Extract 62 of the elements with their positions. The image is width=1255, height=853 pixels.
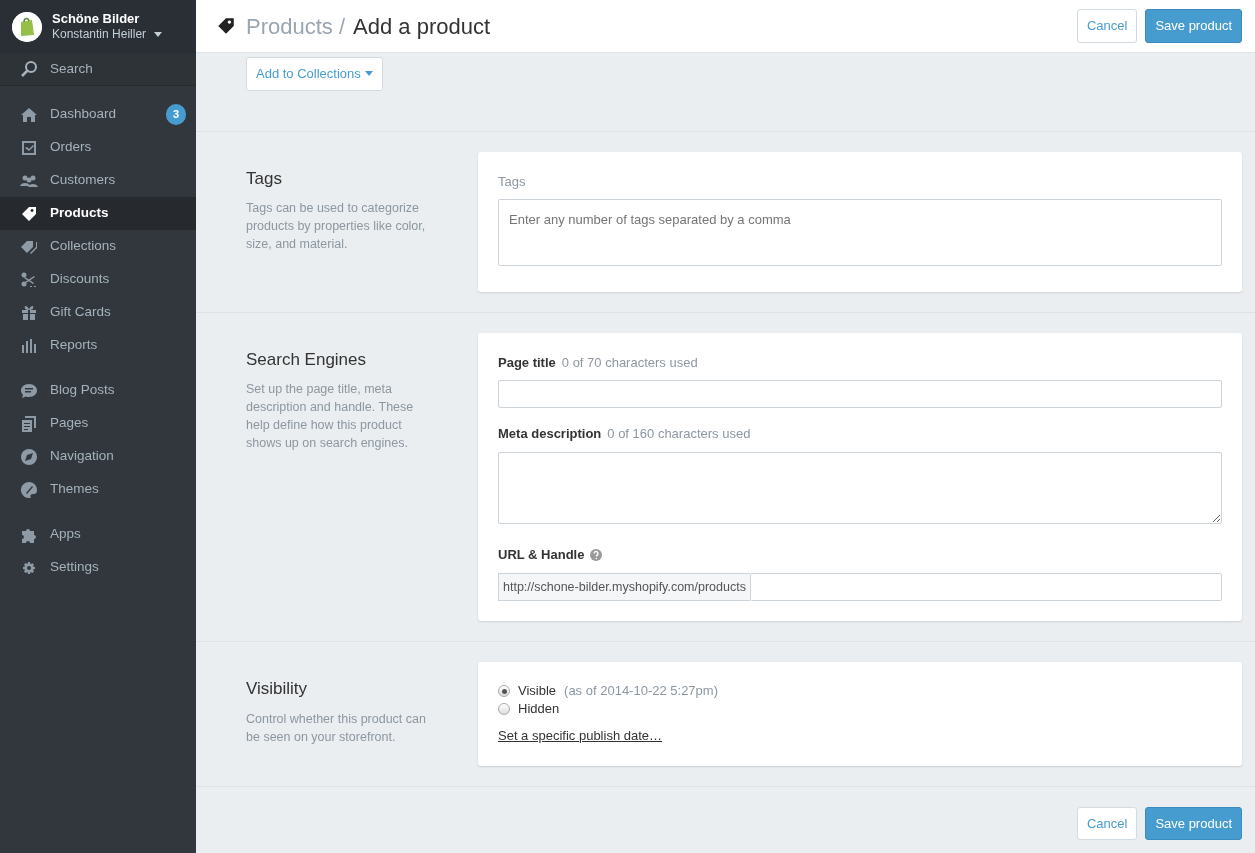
- cancel-button[interactable]: Cancel: [1076, 806, 1138, 841]
- section-title: Visibility: [246, 678, 309, 701]
- help-icon[interactable]: [590, 548, 603, 561]
- radio-button[interactable]: [498, 703, 510, 716]
- section-description: Tags can be used to categorize products by properties like color, size, and material.: [246, 200, 427, 253]
- tag-icon: [20, 204, 38, 223]
- sidebar-item[interactable]: Customers: [0, 164, 196, 197]
- field-label: Page title: [498, 353, 556, 372]
- section-description: Control whether this product can be seen on your storefront.: [246, 710, 427, 746]
- sidebar-item[interactable]: Blog Posts: [0, 374, 196, 407]
- sidebar-item[interactable]: Collections: [0, 230, 196, 263]
- section-title: Tags: [246, 167, 283, 190]
- count-badge: 3: [165, 104, 186, 125]
- save-button[interactable]: Save product: [1145, 806, 1242, 841]
- radio-option[interactable]: Visible (as of 2014-10-22 5:27pm): [498, 682, 1222, 701]
- home-icon: [20, 105, 38, 124]
- documents-icon: [20, 414, 38, 433]
- sidebar-item[interactable]: Dashboard 3: [0, 98, 196, 131]
- publish-date-link[interactable]: Set a specific publish date…: [498, 726, 663, 746]
- url-prefix: http://schone-bilder.myshopify.com/products: [498, 572, 750, 602]
- sidebar-item[interactable]: Settings: [0, 551, 196, 584]
- caret-icon: [364, 71, 373, 77]
- cancel-button[interactable]: Cancel: [1076, 9, 1138, 43]
- user-menu[interactable]: Konstantin Heiller: [52, 27, 163, 42]
- search-link[interactable]: Search: [0, 53, 196, 86]
- field-label: URL & Handle: [498, 546, 585, 564]
- store-name: Schöne Bilder: [52, 11, 141, 27]
- add-to-collections-button[interactable]: Add to Collections: [246, 57, 383, 91]
- gift-icon: [20, 303, 38, 322]
- handle-field[interactable]: [749, 572, 1222, 601]
- radio-button[interactable]: [498, 685, 510, 698]
- page-title: Add a product: [353, 12, 491, 41]
- speech-bubble-icon: [20, 381, 38, 400]
- scissors-icon: [20, 270, 38, 289]
- tag-icon: [216, 16, 236, 36]
- radio-option[interactable]: Hidden: [498, 700, 1222, 719]
- search-icon: [20, 60, 38, 78]
- save-button[interactable]: Save product: [1145, 9, 1242, 43]
- tags-field[interactable]: Enter any number of tags separated by a comma: [498, 199, 1222, 266]
- sidebar-item[interactable]: Themes: [0, 473, 196, 506]
- compass-icon: [20, 447, 38, 466]
- sidebar-item[interactable]: Apps: [0, 518, 196, 551]
- bar-chart-icon: [20, 336, 38, 355]
- sidebar-item[interactable]: Reports: [0, 329, 196, 362]
- sidebar-item[interactable]: Pages: [0, 407, 196, 440]
- character-count: 0 of 70 characters used: [561, 353, 698, 372]
- character-count: 0 of 160 characters used: [607, 425, 751, 443]
- field-label: Tags: [498, 172, 527, 191]
- section-description: Set up the page title, meta description and handle. These help define how this product shows up on search engines.: [246, 381, 415, 452]
- checkbox-icon: [20, 138, 38, 157]
- sidebar-item[interactable]: Orders: [0, 131, 196, 164]
- meta-description-field[interactable]: [498, 451, 1222, 524]
- page-title-field[interactable]: [498, 380, 1222, 408]
- palette-icon: [20, 480, 38, 499]
- shopping-bag-logo: [12, 11, 42, 42]
- sidebar-item[interactable]: Navigation: [0, 440, 196, 473]
- section-title: Search Engines: [246, 348, 368, 371]
- caret-icon: [154, 32, 163, 37]
- sidebar-item[interactable]: Gift Cards: [0, 296, 196, 329]
- sidebar-item[interactable]: Products: [0, 197, 196, 230]
- field-label: Meta description: [498, 425, 602, 443]
- sidebar-item[interactable]: Discounts: [0, 263, 196, 296]
